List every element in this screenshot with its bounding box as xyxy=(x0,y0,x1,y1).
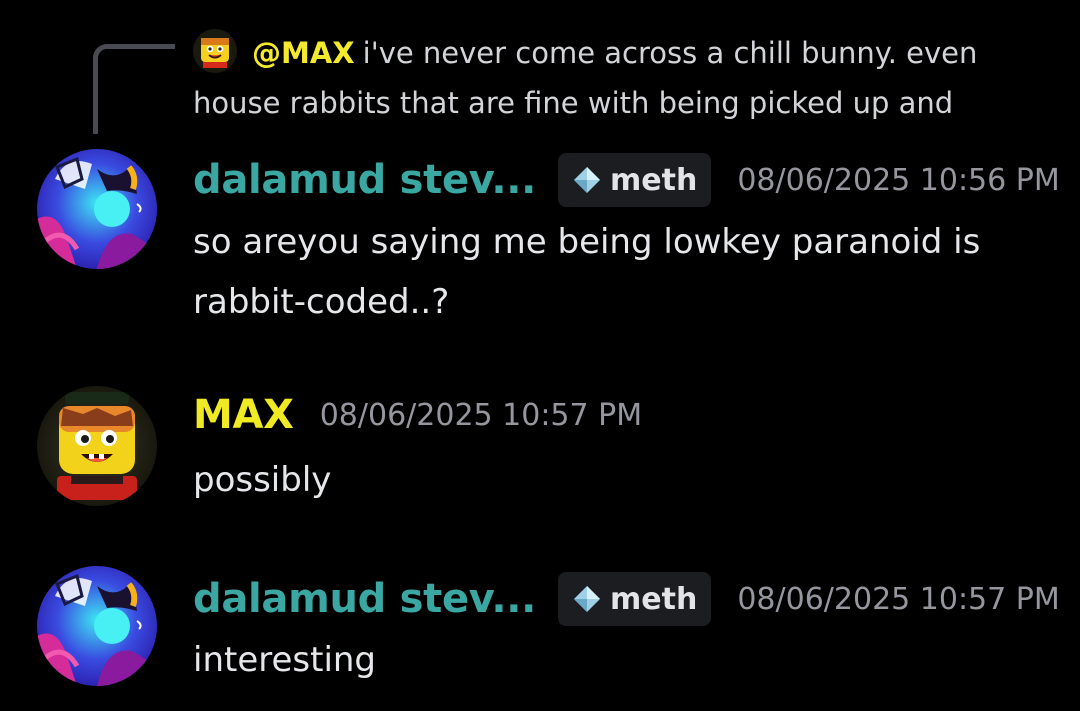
diamond-gem-icon xyxy=(574,167,601,193)
username[interactable]: dalamud stev... xyxy=(193,576,536,622)
reply-preview-text[interactable]: @MAX i've never come across a chill bunny… xyxy=(193,28,1033,128)
server-tag[interactable]: meth xyxy=(558,572,712,626)
tag-label: meth xyxy=(610,162,698,198)
reply-connector-line xyxy=(93,44,175,134)
reply-mention[interactable]: @MAX xyxy=(252,36,355,70)
username[interactable]: dalamud stev... xyxy=(193,157,536,203)
message-content: possibly xyxy=(193,460,332,500)
timestamp[interactable]: 08/06/2025 10:57 PM xyxy=(737,582,1059,617)
message-content: so areyou saying me being lowkey paranoi… xyxy=(193,222,981,322)
message-header: MAX 08/06/2025 10:57 PM xyxy=(193,392,642,438)
diamond-gem-icon xyxy=(574,586,601,612)
message-content: interesting xyxy=(193,640,377,680)
avatar-max[interactable] xyxy=(37,386,157,506)
username[interactable]: MAX xyxy=(193,392,294,438)
timestamp[interactable]: 08/06/2025 10:56 PM xyxy=(737,163,1059,198)
message-header: dalamud stev... meth 08/06/2025 10:56 PM xyxy=(193,153,1060,207)
server-tag[interactable]: meth xyxy=(558,153,712,207)
message-header: dalamud stev... meth 08/06/2025 10:57 PM xyxy=(193,572,1060,626)
tag-label: meth xyxy=(610,581,698,617)
avatar-dalamud[interactable] xyxy=(37,149,157,269)
avatar-dalamud[interactable] xyxy=(37,566,157,686)
timestamp[interactable]: 08/06/2025 10:57 PM xyxy=(320,398,642,433)
